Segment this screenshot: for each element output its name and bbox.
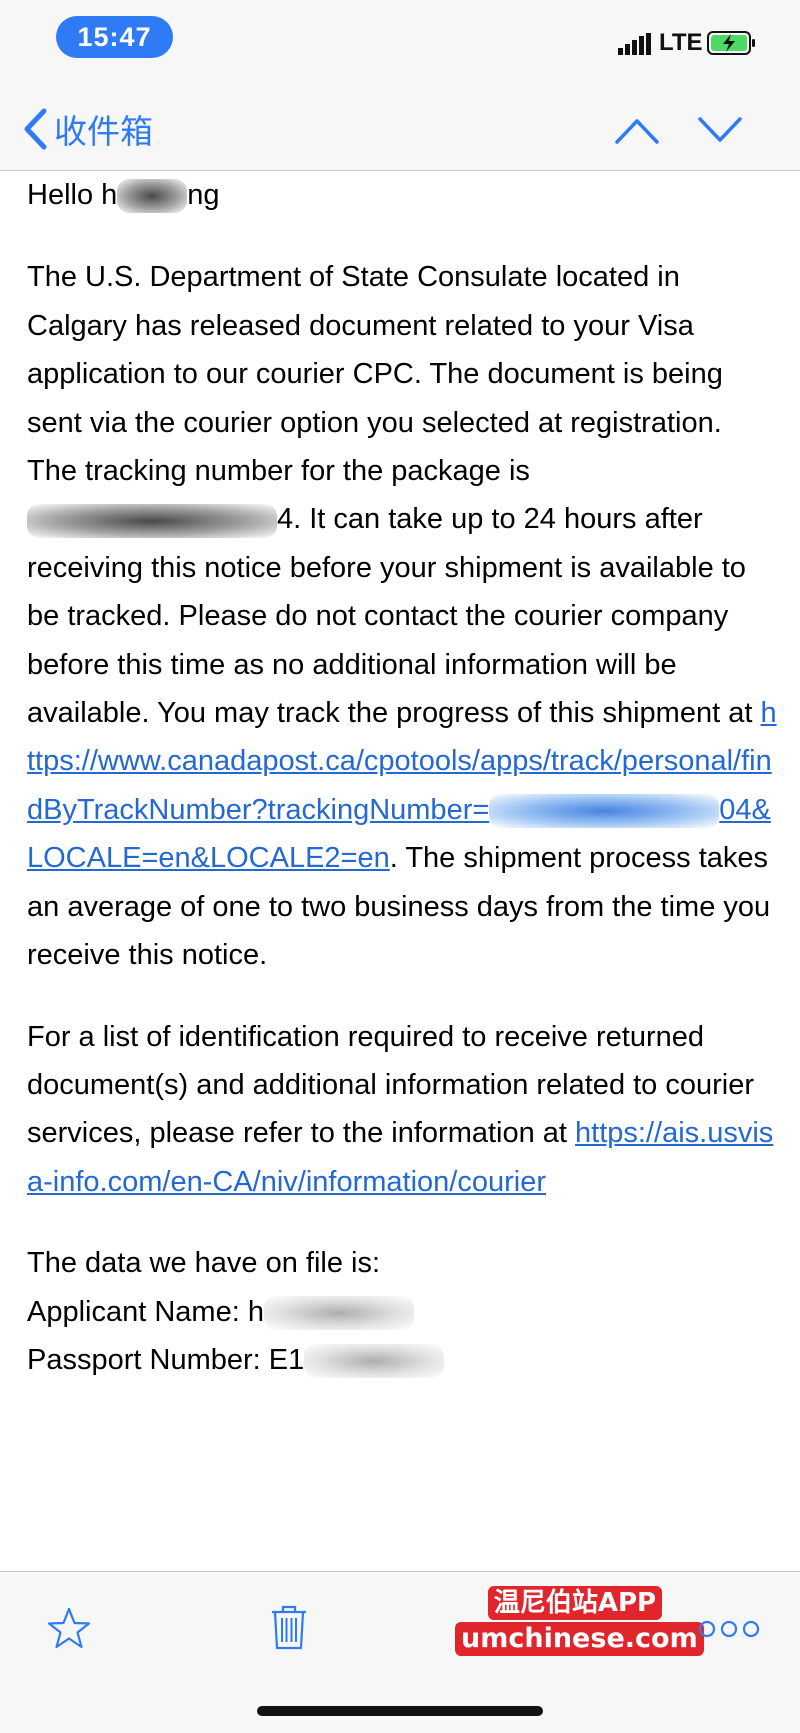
signal-icon (618, 33, 651, 55)
back-to-inbox-button[interactable]: 收件箱 (22, 104, 153, 154)
watermark-line2: umchinese.com (455, 1622, 704, 1656)
paragraph-release-notice: The U.S. Department of State Consulate l… (27, 261, 723, 439)
network-type: LTE (659, 29, 703, 56)
home-indicator[interactable] (257, 1706, 543, 1716)
star-icon[interactable] (46, 1606, 92, 1652)
more-icon[interactable] (698, 1616, 760, 1642)
greeting: Hello h ng (27, 171, 777, 219)
next-message-button[interactable] (697, 112, 743, 148)
redacted-applicant-name (263, 1295, 414, 1330)
watermark: 温尼伯站APP umchinese.com (455, 1586, 704, 1656)
email-body[interactable]: Hello h ng The U.S. Department of State C… (27, 171, 777, 1571)
redacted-tracking-number (27, 503, 277, 538)
data-on-file-heading: The data we have on file is: (27, 1247, 381, 1280)
redacted-name (117, 179, 188, 214)
back-label: 收件箱 (54, 112, 153, 151)
trash-icon[interactable] (270, 1604, 308, 1650)
status-time[interactable]: 15:47 (56, 16, 173, 58)
redacted-tracking-link-part (489, 794, 720, 829)
previous-message-button[interactable] (614, 112, 660, 148)
status-bar: 15:47 LTE (0, 0, 800, 90)
paragraph-tracking: The tracking number for the package is 4… (27, 455, 777, 972)
passport-number-row: Passport Number: E1 (27, 1336, 777, 1384)
paragraph-identification: For a list of identification required to… (27, 1020, 774, 1198)
redacted-passport-number (304, 1344, 445, 1379)
battery-charging-icon (707, 31, 755, 55)
watermark-line1: 温尼伯站APP (487, 1586, 663, 1620)
chevron-left-icon (24, 108, 47, 150)
greeting-tail: ng (187, 179, 220, 211)
applicant-name-row: Applicant Name: h (27, 1288, 777, 1336)
navigation-bar: 收件箱 (0, 90, 800, 171)
